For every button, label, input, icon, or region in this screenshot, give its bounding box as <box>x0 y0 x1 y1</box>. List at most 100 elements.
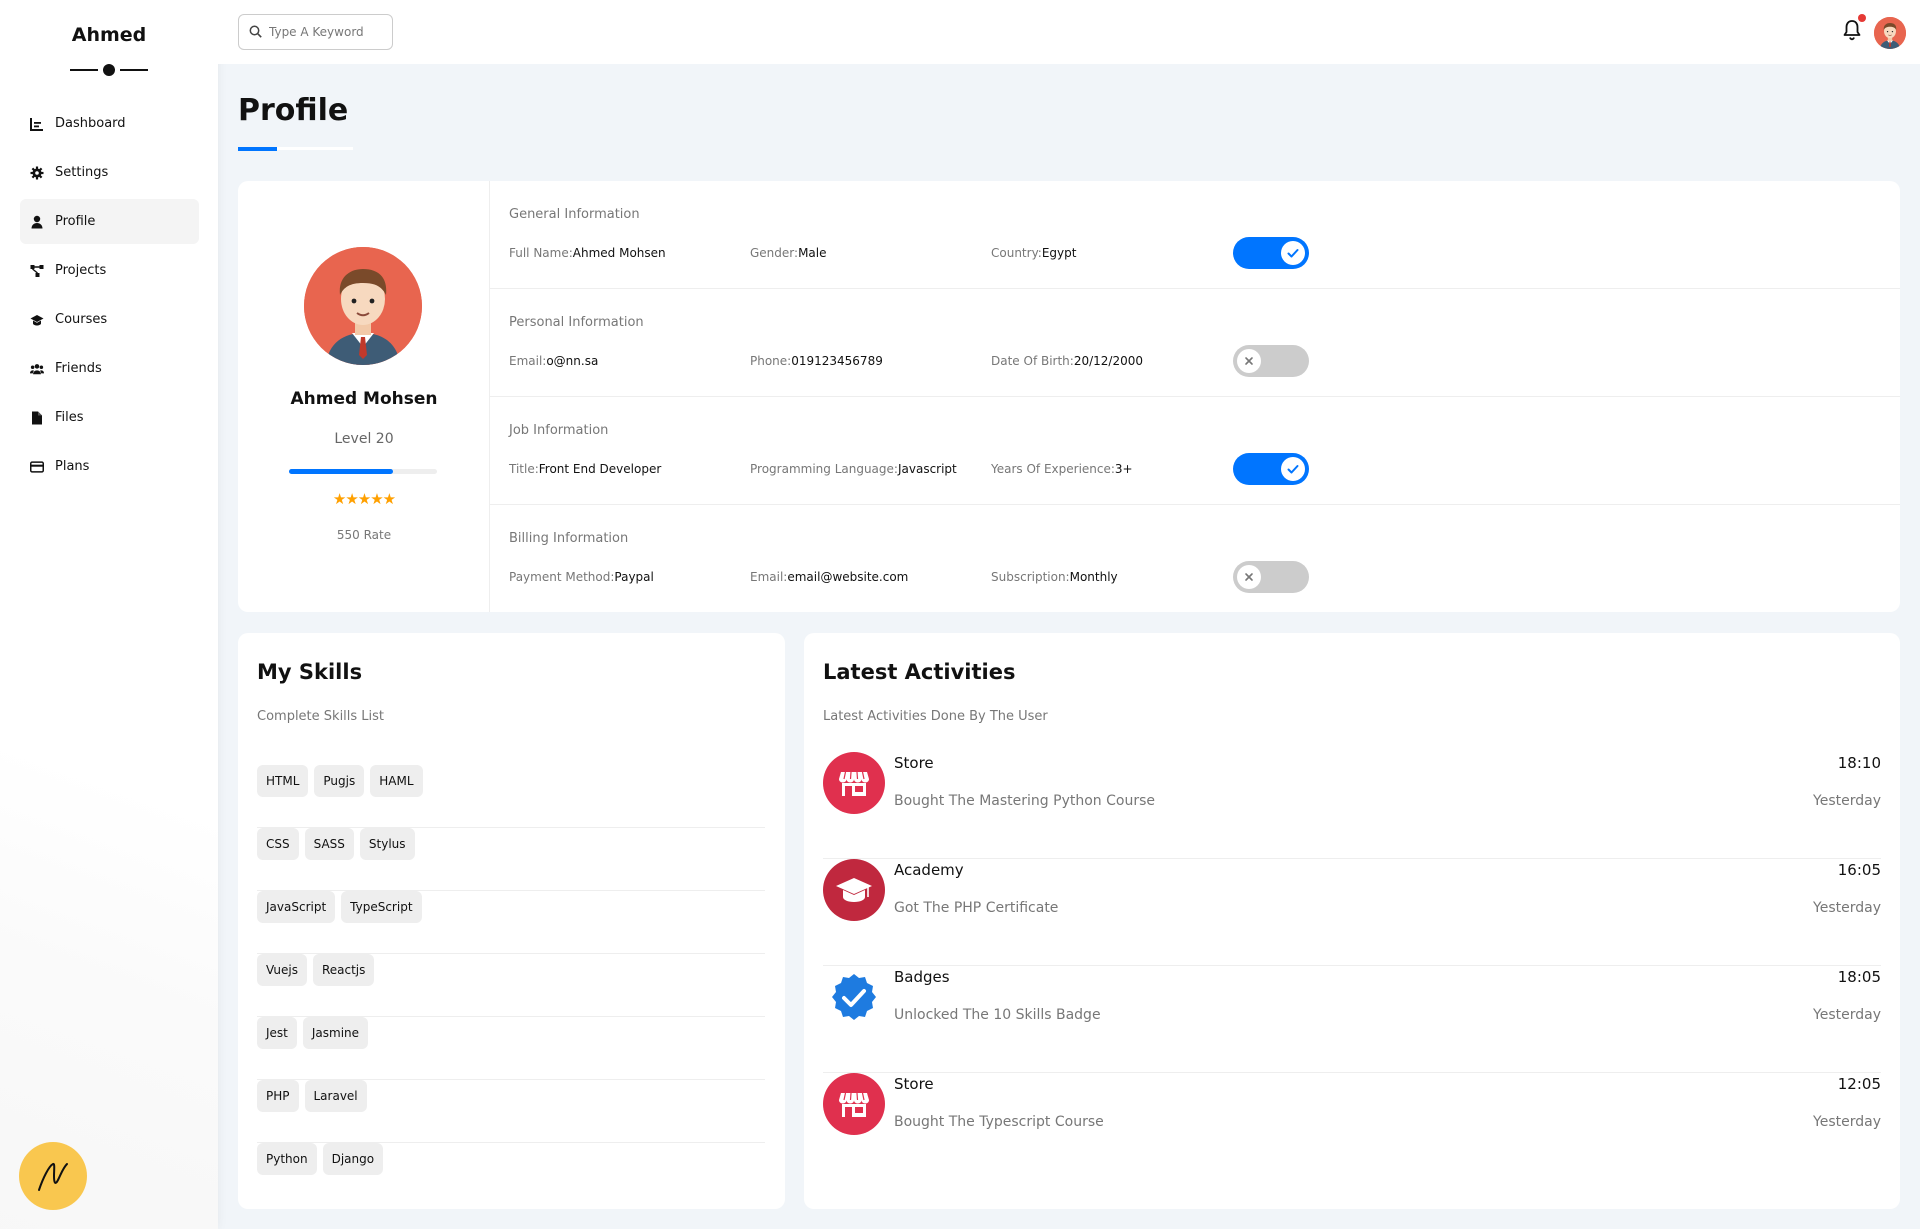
info-field-value: Egypt <box>1041 246 1077 260</box>
info-field-value: Male <box>798 246 827 260</box>
info-field-label: Full Name: <box>509 246 573 260</box>
info-field-label: Subscription: <box>991 570 1070 584</box>
sidebar-item-label: Dashboard <box>55 116 126 131</box>
info-field-value: 3+ <box>1114 462 1133 476</box>
info-field-label: Gender: <box>750 246 799 260</box>
star-icon: ★ <box>332 490 346 508</box>
sidebar-item-courses[interactable]: Courses <box>20 297 199 342</box>
activity-item: Store Bought The Mastering Python Course 1… <box>823 752 1881 859</box>
activities-subtitle: Latest Activities Done By The User <box>823 709 1048 724</box>
skill-row: Jest Jasmine <box>257 1017 765 1080</box>
info-field: Title:Front End Developer <box>509 462 661 476</box>
sidebar-item-friends[interactable]: Friends <box>20 346 199 391</box>
sidebar-item-settings[interactable]: Settings <box>20 150 199 195</box>
signature-badge[interactable] <box>19 1142 87 1210</box>
user-avatar-icon <box>1874 17 1906 49</box>
star-icon: ★ <box>370 490 383 508</box>
activity-description: Unlocked The 10 Skills Badge <box>894 1007 1101 1023</box>
activities-list: Store Bought The Mastering Python Course 1… <box>823 752 1881 1180</box>
activity-description: Bought The Typescript Course <box>894 1114 1104 1130</box>
page-title: Profile <box>238 93 349 128</box>
visibility-toggle[interactable] <box>1233 453 1309 485</box>
brand-name: Ahmed <box>71 24 147 46</box>
activity-item: Store Bought The Typescript Course 12:05 Ye… <box>823 1073 1881 1180</box>
skill-row: Python Django <box>257 1143 765 1206</box>
gear-icon <box>30 166 44 180</box>
search-input[interactable] <box>269 25 389 39</box>
activities-title: Latest Activities <box>823 660 1016 684</box>
skill-tag: TypeScript <box>341 891 422 923</box>
search-box[interactable] <box>238 14 393 50</box>
info-section: Billing Information Payment Method:Paypal… <box>490 505 1900 613</box>
sidebar-item-projects[interactable]: Projects <box>20 248 199 293</box>
info-field: Subscription:Monthly <box>991 570 1118 584</box>
avatar <box>304 247 422 365</box>
info-field-label: Date Of Birth: <box>991 354 1074 368</box>
info-section: General Information Full Name:Ahmed Mohse… <box>490 181 1900 289</box>
store-icon <box>823 752 885 814</box>
sidebar-item-label: Friends <box>55 361 102 376</box>
notification-dot <box>1858 14 1866 22</box>
info-field: Payment Method:Paypal <box>509 570 654 584</box>
title-underline <box>238 147 277 151</box>
info-field-value: Monthly <box>1069 570 1118 584</box>
profile-summary: Ahmed Mohsen Level 20 ★★★★★ 550 Rate <box>238 181 490 612</box>
skill-tag: HTML <box>257 765 309 797</box>
visibility-toggle[interactable] <box>1233 345 1309 377</box>
activity-item: Academy Got The PHP Certificate 16:05 Yeste… <box>823 859 1881 966</box>
chart-icon <box>30 117 44 131</box>
graduation-cap-icon <box>823 859 885 921</box>
info-section-title: Personal Information <box>509 315 644 330</box>
info-field: Email:o@nn.sa <box>509 354 598 368</box>
skill-tag: Pugjs <box>314 765 365 797</box>
topbar <box>218 0 1920 64</box>
activity-time: 12:05 <box>1837 1075 1881 1093</box>
sidebar-item-label: Profile <box>55 214 96 229</box>
rating-stars: ★★★★★ <box>238 490 490 508</box>
search-icon <box>249 23 262 42</box>
skill-tag: JavaScript <box>257 891 336 923</box>
skill-row: Vuejs Reactjs <box>257 954 765 1017</box>
profile-card: Ahmed Mohsen Level 20 ★★★★★ 550 Rate Gen… <box>238 181 1900 612</box>
skills-subtitle: Complete Skills List <box>257 709 385 724</box>
visibility-toggle[interactable] <box>1233 561 1309 593</box>
info-field-label: Programming Language: <box>750 462 898 476</box>
sidebar-item-dashboard[interactable]: Dashboard <box>20 101 199 146</box>
sidebar-item-files[interactable]: Files <box>20 395 199 440</box>
sidebar-item-label: Settings <box>55 165 109 180</box>
info-section: Personal Information Email:o@nn.sa Phone:0… <box>490 289 1900 397</box>
activity-day: Yesterday <box>1813 900 1881 916</box>
activities-card: Latest Activities Latest Activities Done… <box>804 633 1900 1209</box>
activity-day: Yesterday <box>1813 1007 1881 1023</box>
close-icon <box>1237 349 1261 373</box>
star-icon: ★ <box>382 490 396 508</box>
sidebar-nav: Dashboard Settings Profile Projects Cour… <box>20 101 199 493</box>
store-icon <box>823 1073 885 1135</box>
info-field-label: Years Of Experience: <box>991 462 1115 476</box>
skill-tag: Reactjs <box>312 954 375 986</box>
user-icon <box>30 215 44 229</box>
skill-row: CSS SASS Stylus <box>257 828 765 891</box>
graduation-cap-icon <box>30 313 44 327</box>
notification-bell-icon[interactable] <box>1842 14 1866 45</box>
info-field: Phone:019123456789 <box>750 354 883 368</box>
sidebar-item-label: Plans <box>55 459 90 474</box>
skill-row: HTML Pugjs HAML <box>257 765 765 828</box>
info-field-value: Front End Developer <box>538 462 662 476</box>
file-icon <box>30 411 44 425</box>
activity-name: Store <box>894 754 934 772</box>
skills-card: My Skills Complete Skills List HTML Pugjs… <box>238 633 785 1209</box>
sidebar-item-profile[interactable]: Profile <box>20 199 199 244</box>
info-field: Gender:Male <box>750 246 827 260</box>
visibility-toggle[interactable] <box>1233 237 1309 269</box>
sidebar-item-label: Courses <box>55 312 108 327</box>
activity-name: Academy <box>894 861 964 879</box>
activity-name: Badges <box>894 968 950 986</box>
credit-card-icon <box>30 460 44 474</box>
info-field-label: Payment Method: <box>509 570 615 584</box>
info-section: Job Information Title:Front End Developer… <box>490 397 1900 505</box>
info-field-value: 20/12/2000 <box>1073 354 1144 368</box>
avatar[interactable] <box>1874 17 1906 49</box>
sidebar-item-plans[interactable]: Plans <box>20 444 199 489</box>
info-field-label: Email: <box>750 570 788 584</box>
